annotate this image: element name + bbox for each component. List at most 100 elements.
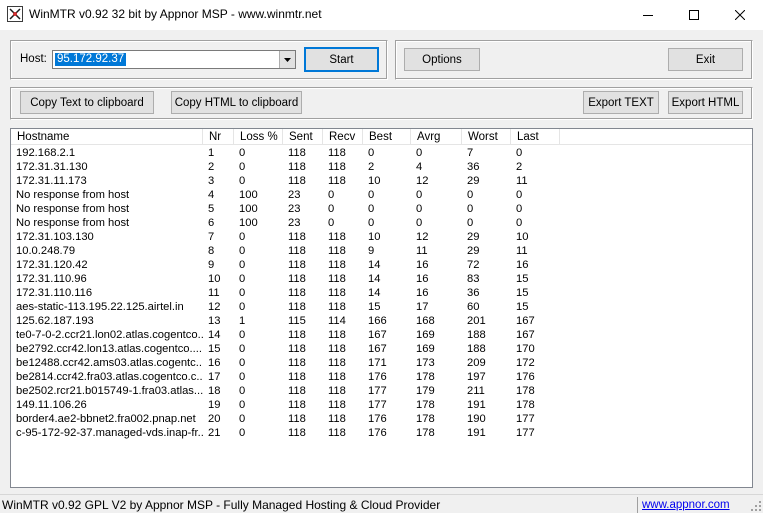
table-row[interactable]: No response from host 6 100 23 0 0 0 0 0 <box>11 216 752 230</box>
cell-loss: 0 <box>239 147 246 159</box>
cell-recv: 118 <box>328 413 346 425</box>
column-header-sent[interactable]: Sent <box>283 129 323 145</box>
column-header-hostname[interactable]: Hostname <box>11 129 203 145</box>
cell-avrg: 173 <box>416 357 435 369</box>
cell-best: 167 <box>368 329 387 341</box>
export-text-button[interactable]: Export TEXT <box>583 91 659 114</box>
table-row[interactable]: 192.168.2.1 1 0 118 118 0 0 7 0 <box>11 146 752 160</box>
table-row[interactable]: be2502.rcr21.b015749-1.fra03.atlas.... 18… <box>11 384 752 398</box>
table-row[interactable]: te0-7-0-2.ccr21.lon02.atlas.cogentco... 1… <box>11 328 752 342</box>
cell-last: 170 <box>516 343 535 355</box>
cell-loss: 0 <box>239 161 246 173</box>
cell-recv: 118 <box>328 175 346 187</box>
cell-avrg: 0 <box>416 147 423 159</box>
cell-best: 9 <box>368 245 375 257</box>
table-row[interactable]: aes-static-113.195.22.125.airtel.in 12 0 11… <box>11 300 752 314</box>
column-header-best[interactable]: Best <box>363 129 411 145</box>
column-header-recv[interactable]: Recv <box>323 129 363 145</box>
table-row[interactable]: be12488.ccr42.ams03.atlas.cogentc... 16 0 1… <box>11 356 752 370</box>
maximize-button[interactable] <box>671 0 717 30</box>
exit-button[interactable]: Exit <box>668 48 743 71</box>
cell-worst: 83 <box>467 273 480 285</box>
table-row[interactable]: 172.31.103.130 7 0 118 118 10 12 29 10 <box>11 230 752 244</box>
cell-best: 0 <box>368 217 375 229</box>
table-row[interactable]: 10.0.248.79 8 0 118 118 9 11 29 11 <box>11 244 752 258</box>
cell-sent: 118 <box>288 301 306 313</box>
table-row[interactable]: border4.ae2-bbnet2.fra002.pnap.net 20 0 118… <box>11 412 752 426</box>
cell-last: 0 <box>516 147 523 159</box>
cell-avrg: 16 <box>416 259 429 271</box>
table-row[interactable]: c-95-172-92-37.managed-vds.inap-fr... 21 0… <box>11 426 752 440</box>
cell-hostname: te0-7-0-2.ccr21.lon02.atlas.cogentco... <box>16 329 203 341</box>
cell-worst: 29 <box>467 175 480 187</box>
export-html-button[interactable]: Export HTML <box>668 91 743 114</box>
cell-recv: 118 <box>328 161 346 173</box>
cell-sent: 118 <box>288 413 306 425</box>
cell-nr: 9 <box>208 259 215 271</box>
column-header-last[interactable]: Last <box>511 129 560 145</box>
combo-dropdown-button[interactable] <box>279 51 295 68</box>
options-button[interactable]: Options <box>404 48 480 71</box>
table-row[interactable]: 125.62.187.193 13 1 115 114 166 168 201 167 <box>11 314 752 328</box>
table-row[interactable]: be2814.ccr42.fra03.atlas.cogentco.c... 17… <box>11 370 752 384</box>
cell-recv: 118 <box>328 329 346 341</box>
cell-sent: 118 <box>288 175 306 187</box>
table-row[interactable]: No response from host 5 100 23 0 0 0 0 0 <box>11 202 752 216</box>
table-row[interactable]: 172.31.120.42 9 0 118 118 14 16 72 16 <box>11 258 752 272</box>
cell-best: 0 <box>368 189 375 201</box>
cell-avrg: 16 <box>416 287 429 299</box>
table-row[interactable]: 172.31.31.130 2 0 118 118 2 4 36 2 <box>11 160 752 174</box>
start-button[interactable]: Start <box>304 47 379 72</box>
column-header-loss[interactable]: Loss % <box>234 129 283 145</box>
resize-grip-icon[interactable] <box>751 501 761 511</box>
cell-best: 0 <box>368 203 375 215</box>
cell-worst: 190 <box>467 413 486 425</box>
table-row[interactable]: 172.31.110.96 10 0 118 118 14 16 83 15 <box>11 272 752 286</box>
cell-worst: 36 <box>467 287 480 299</box>
appnor-link[interactable]: www.appnor.com <box>642 499 730 511</box>
status-separator <box>637 497 638 513</box>
cell-worst: 29 <box>467 231 480 243</box>
cell-last: 178 <box>516 385 535 397</box>
winmtr-app-icon <box>7 6 23 22</box>
table-row[interactable]: 149.11.106.26 19 0 118 118 177 178 191 178 <box>11 398 752 412</box>
close-button[interactable] <box>717 0 763 30</box>
list-rows: 192.168.2.1 1 0 118 118 0 0 7 0 172.31.31.130 2 0 11… <box>11 146 752 440</box>
column-header-worst[interactable]: Worst <box>462 129 511 145</box>
trace-results-list[interactable]: Hostname Nr Loss % Sent Recv Best Avrg W… <box>10 128 753 488</box>
table-row[interactable]: be2792.ccr42.lon13.atlas.cogentco.... 15 0… <box>11 342 752 356</box>
cell-avrg: 178 <box>416 427 435 439</box>
host-input[interactable]: 95.172.92.37 <box>55 53 127 66</box>
cell-best: 166 <box>368 315 387 327</box>
cell-hostname: 172.31.103.130 <box>16 231 94 243</box>
cell-worst: 72 <box>467 259 480 271</box>
cell-loss: 0 <box>239 343 246 355</box>
cell-loss: 1 <box>239 315 246 327</box>
cell-avrg: 12 <box>416 231 429 243</box>
table-row[interactable]: No response from host 4 100 23 0 0 0 0 0 <box>11 188 752 202</box>
table-row[interactable]: 172.31.110.116 11 0 118 118 14 16 36 15 <box>11 286 752 300</box>
cell-nr: 20 <box>208 413 221 425</box>
copy-html-button[interactable]: Copy HTML to clipboard <box>171 91 302 114</box>
cell-loss: 0 <box>239 371 246 383</box>
cell-loss: 0 <box>239 287 246 299</box>
cell-sent: 118 <box>288 357 306 369</box>
cell-hostname: 172.31.120.42 <box>16 259 88 271</box>
column-header-avrg[interactable]: Avrg <box>411 129 462 145</box>
cell-avrg: 12 <box>416 175 429 187</box>
cell-last: 0 <box>516 217 523 229</box>
cell-sent: 118 <box>288 287 306 299</box>
cell-worst: 188 <box>467 329 486 341</box>
table-row[interactable]: 172.31.11.173 3 0 118 118 10 12 29 11 <box>11 174 752 188</box>
cell-last: 177 <box>516 413 535 425</box>
cell-last: 16 <box>516 259 529 271</box>
cell-hostname: 149.11.106.26 <box>16 399 87 411</box>
column-header-nr[interactable]: Nr <box>203 129 234 145</box>
cell-hostname: 192.168.2.1 <box>16 147 76 159</box>
cell-worst: 29 <box>467 245 480 257</box>
copy-text-button[interactable]: Copy Text to clipboard <box>20 91 154 114</box>
cell-avrg: 169 <box>416 343 435 355</box>
host-combobox[interactable]: 95.172.92.37 <box>52 50 296 69</box>
cell-avrg: 0 <box>416 189 423 201</box>
minimize-button[interactable] <box>625 0 671 30</box>
